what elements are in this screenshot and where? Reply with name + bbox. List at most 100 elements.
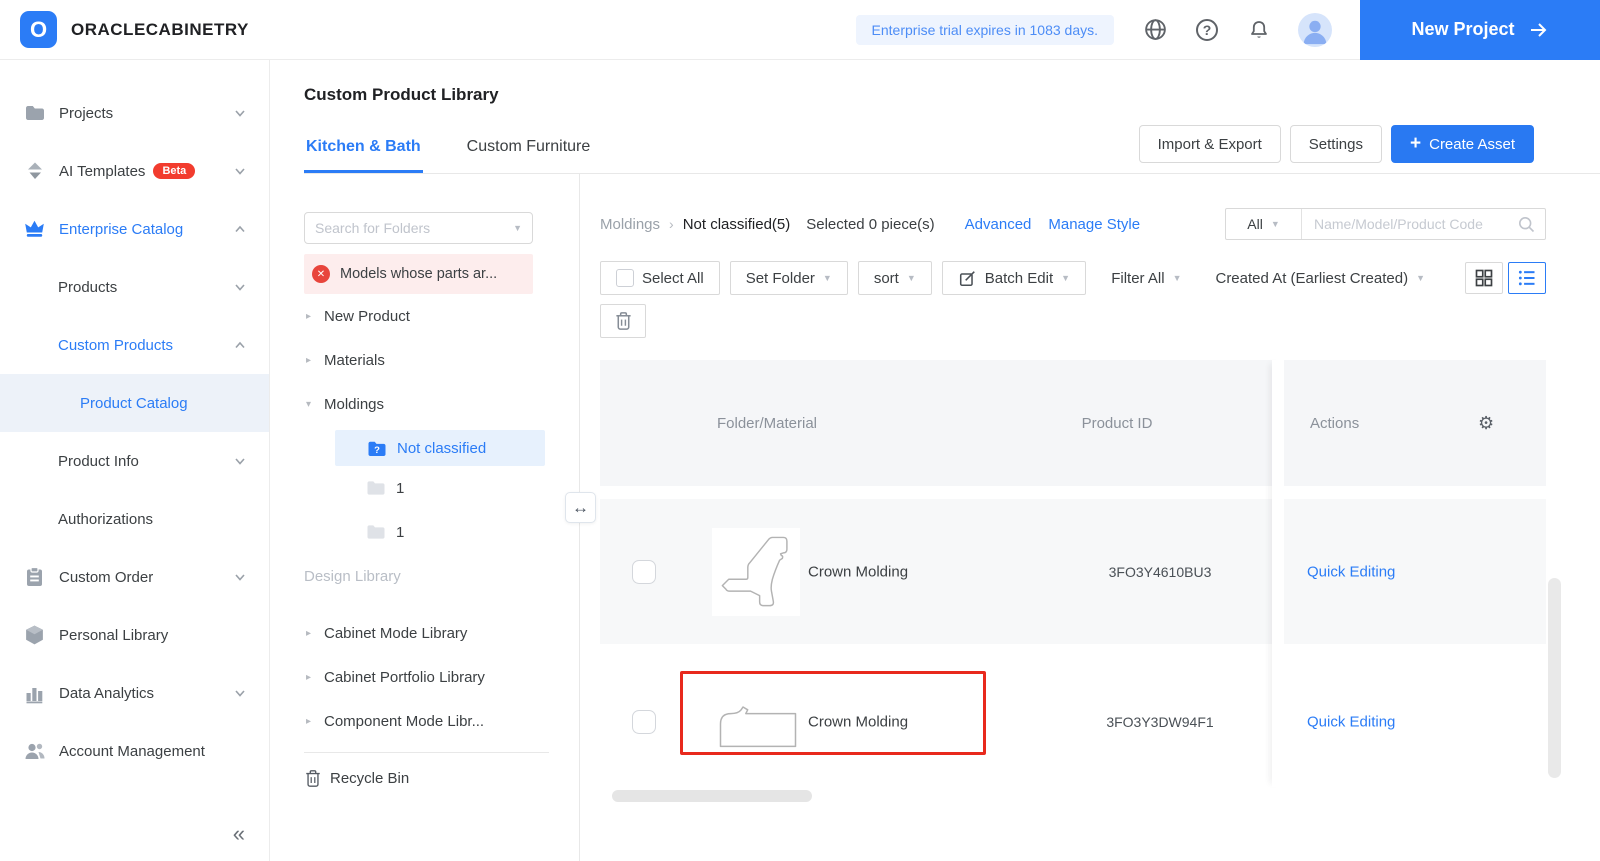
chevron-up-icon bbox=[233, 222, 247, 236]
product-table: Folder/Material Product ID Actions ⚙ Cro… bbox=[600, 360, 1546, 787]
tree-item-folder-1[interactable]: 1 bbox=[304, 466, 564, 510]
sidebar-item-custom-order[interactable]: Custom Order bbox=[0, 548, 269, 606]
column-settings-gear-icon[interactable]: ⚙ bbox=[1478, 360, 1494, 486]
row-checkbox[interactable] bbox=[632, 559, 656, 584]
app-logo[interactable]: O bbox=[20, 11, 57, 48]
sidebar-item-products[interactable]: Products bbox=[0, 258, 269, 316]
sidebar-item-projects[interactable]: Projects bbox=[0, 84, 269, 142]
table-row[interactable]: Crown Molding 3FO3Y3DW94F1 Quick Editing bbox=[600, 657, 1546, 787]
sidebar-item-ai-templates[interactable]: AI Templates Beta bbox=[0, 142, 269, 200]
beta-badge: Beta bbox=[153, 163, 196, 179]
tree-item-folder-2[interactable]: 1 bbox=[304, 510, 564, 554]
grid-view-button[interactable] bbox=[1465, 262, 1503, 294]
horizontal-scrollbar[interactable] bbox=[612, 790, 812, 802]
batch-edit-button[interactable]: Batch Edit ▼ bbox=[941, 261, 1087, 295]
sidebar-item-label: Enterprise Catalog bbox=[59, 220, 184, 238]
tree-alert-label: Models whose parts ar... bbox=[340, 266, 498, 282]
folder-search-box[interactable]: ▼ bbox=[304, 212, 533, 244]
row-checkbox[interactable] bbox=[632, 710, 656, 734]
chevron-down-icon bbox=[233, 280, 247, 294]
breadcrumb-parent[interactable]: Moldings bbox=[600, 216, 660, 233]
search-icon[interactable] bbox=[1518, 216, 1535, 233]
search-scope-dropdown[interactable]: All ▼ bbox=[1226, 209, 1302, 239]
tree-item-cabinet-mode-library[interactable]: ▸ Cabinet Mode Library bbox=[304, 611, 564, 655]
sidebar-collapse-button[interactable]: « bbox=[233, 821, 245, 847]
tree-item-cabinet-portfolio-library[interactable]: ▸ Cabinet Portfolio Library bbox=[304, 655, 564, 699]
list-view-button[interactable] bbox=[1508, 262, 1546, 294]
recycle-bin-item[interactable]: Recycle Bin bbox=[304, 756, 564, 800]
help-icon[interactable]: ? bbox=[1194, 17, 1220, 43]
quick-editing-link[interactable]: Quick Editing bbox=[1307, 714, 1395, 731]
breadcrumb-separator-icon: › bbox=[669, 216, 674, 232]
column-header-folder-material: Folder/Material bbox=[716, 414, 818, 432]
user-avatar[interactable] bbox=[1298, 12, 1332, 47]
bar-chart-icon bbox=[24, 682, 46, 704]
manage-style-link[interactable]: Manage Style bbox=[1048, 216, 1140, 233]
tree-alert-models[interactable]: ✕ Models whose parts ar... bbox=[304, 254, 533, 294]
chevron-down-icon bbox=[233, 164, 247, 178]
panel-resize-handle[interactable]: ↔ bbox=[565, 492, 596, 523]
select-all-checkbox[interactable] bbox=[616, 269, 634, 287]
sidebar-item-personal-library[interactable]: Personal Library bbox=[0, 606, 269, 664]
sidebar-item-product-info[interactable]: Product Info bbox=[0, 432, 269, 490]
product-thumbnail[interactable] bbox=[712, 527, 800, 616]
ai-templates-icon bbox=[24, 160, 46, 182]
tree-item-materials[interactable]: ▸ Materials bbox=[304, 338, 564, 382]
product-thumbnail[interactable] bbox=[712, 692, 804, 752]
users-icon bbox=[24, 740, 46, 762]
caret-collapsed-icon[interactable]: ▸ bbox=[304, 672, 318, 683]
caret-collapsed-icon[interactable]: ▸ bbox=[304, 716, 318, 727]
set-folder-button[interactable]: Set Folder ▼ bbox=[729, 261, 848, 295]
tree-item-not-classified[interactable]: ? Not classified bbox=[335, 430, 545, 466]
notifications-bell-icon[interactable] bbox=[1246, 17, 1272, 43]
sidebar-item-authorizations[interactable]: Authorizations bbox=[0, 490, 269, 548]
order-dropdown[interactable]: Created At (Earliest Created) ▼ bbox=[1215, 270, 1425, 287]
column-header-actions: Actions bbox=[1310, 414, 1360, 432]
product-search-input[interactable] bbox=[1302, 216, 1518, 232]
tree-item-moldings[interactable]: ▾ Moldings bbox=[304, 382, 564, 426]
sidebar-item-product-catalog[interactable]: Product Catalog bbox=[0, 374, 269, 432]
table-row[interactable]: Crown Molding 3FO3Y4610BU3 Quick Editing bbox=[600, 499, 1546, 644]
caret-collapsed-icon[interactable]: ▸ bbox=[304, 628, 318, 639]
vertical-scrollbar[interactable] bbox=[1548, 578, 1561, 778]
selected-count-text: Selected 0 piece(s) bbox=[806, 215, 935, 233]
dropdown-arrow-icon: ▼ bbox=[1416, 273, 1425, 283]
sidebar-item-custom-products[interactable]: Custom Products bbox=[0, 316, 269, 374]
select-all-button[interactable]: Select All bbox=[600, 261, 720, 295]
sidebar-item-label: Custom Products bbox=[58, 336, 174, 354]
chevron-up-icon bbox=[233, 338, 247, 352]
caret-expanded-icon[interactable]: ▾ bbox=[304, 399, 318, 410]
sidebar-item-label: Product Info bbox=[58, 452, 139, 470]
quick-editing-link[interactable]: Quick Editing bbox=[1307, 563, 1395, 580]
design-library-section-label: Design Library bbox=[304, 567, 401, 585]
sidebar-item-data-analytics[interactable]: Data Analytics bbox=[0, 664, 269, 722]
column-header-product-id: Product ID bbox=[1081, 414, 1153, 432]
error-icon: ✕ bbox=[312, 265, 330, 283]
tab-kitchen-and-bath[interactable]: Kitchen & Bath bbox=[304, 126, 423, 173]
globe-icon[interactable] bbox=[1142, 17, 1168, 43]
caret-collapsed-icon[interactable]: ▸ bbox=[304, 311, 318, 322]
folder-icon bbox=[24, 102, 46, 124]
list-icon bbox=[1518, 270, 1535, 286]
new-project-button[interactable]: New Project bbox=[1360, 0, 1600, 60]
folder-search-input[interactable] bbox=[315, 220, 514, 236]
panel-divider bbox=[304, 752, 549, 753]
grid-icon bbox=[1475, 269, 1493, 287]
tab-custom-furniture[interactable]: Custom Furniture bbox=[465, 126, 593, 173]
sidebar-item-enterprise-catalog[interactable]: Enterprise Catalog bbox=[0, 200, 269, 258]
tree-item-component-mode-library[interactable]: ▸ Component Mode Libr... bbox=[304, 699, 564, 743]
tree-item-new-product[interactable]: ▸ New Product bbox=[304, 294, 564, 338]
filter-dropdown[interactable]: Filter All ▼ bbox=[1111, 270, 1181, 287]
advanced-link[interactable]: Advanced bbox=[965, 216, 1032, 233]
cube-icon bbox=[24, 624, 46, 646]
create-asset-button[interactable]: + Create Asset bbox=[1391, 125, 1534, 163]
settings-button[interactable]: Settings bbox=[1289, 125, 1382, 163]
import-export-button[interactable]: Import & Export bbox=[1138, 125, 1281, 163]
dropdown-arrow-icon: ▼ bbox=[822, 273, 832, 283]
sort-button[interactable]: sort ▼ bbox=[857, 261, 932, 295]
caret-collapsed-icon[interactable]: ▸ bbox=[304, 355, 318, 366]
sidebar-item-label: Projects bbox=[59, 104, 114, 122]
product-name: Crown Molding bbox=[808, 563, 909, 580]
sidebar-item-account-management[interactable]: Account Management bbox=[0, 722, 269, 780]
delete-button[interactable] bbox=[600, 304, 646, 338]
